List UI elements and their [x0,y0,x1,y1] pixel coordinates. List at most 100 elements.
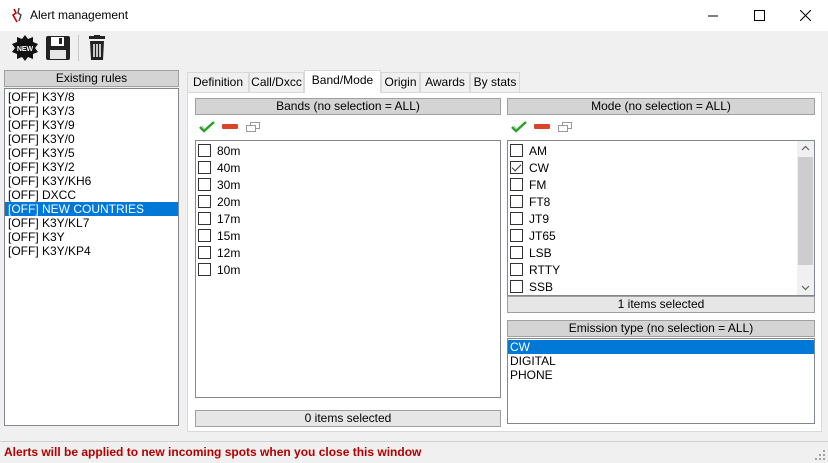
mode-mini-toolbar [510,119,572,135]
rule-item[interactable]: [OFF] K3Y/KP4 [5,244,178,258]
close-button[interactable] [782,0,828,31]
delete-rule-button[interactable] [82,33,112,63]
mode-header: Mode (no selection = ALL) [507,98,815,115]
rule-item[interactable]: [OFF] DXCC [5,188,178,202]
checkbox-item[interactable]: RTTY [508,261,814,278]
checkbox-label: RTTY [529,262,561,277]
mode-copy-button[interactable] [556,119,574,135]
maximize-button[interactable] [736,0,782,31]
checkbox[interactable] [510,195,523,208]
checkbox[interactable] [510,178,523,191]
checkbox-item[interactable]: 80m [196,142,500,159]
checkbox-label: 15m [217,228,241,243]
checkbox-label: 80m [217,143,241,158]
checkbox[interactable] [510,212,523,225]
bands-list: 80m 40m 30m 20m 17m 15m 12m 10m [195,140,501,398]
checkbox-item[interactable]: FT8 [508,193,814,210]
rule-item[interactable]: [OFF] K3Y/2 [5,160,178,174]
checkbox-item[interactable]: 40m [196,159,500,176]
emission-item[interactable]: PHONE [508,368,814,382]
rule-item[interactable]: [OFF] K3Y/0 [5,132,178,146]
checkbox[interactable] [198,195,211,208]
checkbox-item[interactable]: AM [508,142,814,159]
checkbox[interactable] [510,144,523,157]
bands-uncheck-all-button[interactable] [221,119,239,135]
close-icon [799,10,811,21]
tab-origin[interactable]: Origin [381,72,420,92]
checkbox[interactable] [198,229,211,242]
checkbox-item[interactable]: LSB [508,244,814,261]
emission-item[interactable]: DIGITAL [508,354,814,368]
checkbox-item[interactable]: JT9 [508,210,814,227]
mode-list-scrollbar[interactable] [797,141,814,295]
checkbox-label: FT8 [529,194,551,209]
checkbox-item[interactable]: CW [508,159,814,176]
tab-call-dxcc[interactable]: Call/Dxcc [249,72,304,92]
emission-header-wrap: Emission type (no selection = ALL) [507,320,815,337]
checkbox[interactable] [198,212,211,225]
checkbox[interactable] [198,246,211,259]
resize-grip-icon[interactable] [814,449,826,461]
title-bar: Alert management [0,0,828,31]
rule-item[interactable]: [OFF] K3Y/5 [5,146,178,160]
mode-check-all-button[interactable] [510,119,528,135]
bands-copy-button[interactable] [244,119,262,135]
uncheck-all-icon [222,124,238,129]
checkbox[interactable] [198,178,211,191]
mode-uncheck-all-button[interactable] [533,119,551,135]
checkbox[interactable] [198,161,211,174]
new-icon: NEW [12,35,38,61]
status-bar: Alerts will be applied to new incoming s… [0,441,828,463]
rule-item[interactable]: [OFF] K3Y/9 [5,118,178,132]
checkbox[interactable] [198,263,211,276]
checkbox-label: LSB [529,245,552,260]
rule-item[interactable]: [OFF] NEW COUNTRIES [5,202,178,216]
svg-text:NEW: NEW [17,46,34,53]
rule-item[interactable]: [OFF] K3Y [5,230,178,244]
save-rule-button[interactable] [43,33,73,63]
checkbox[interactable] [198,144,211,157]
rules-list[interactable]: [OFF] K3Y/8 [OFF] K3Y/3 [OFF] K3Y/9 [OFF] K… [4,88,179,426]
emission-list[interactable]: CW DIGITAL PHONE [507,338,815,424]
checkbox[interactable] [510,246,523,259]
rule-item[interactable]: [OFF] K3Y/KH6 [5,174,178,188]
scroll-thumb[interactable] [798,157,813,265]
check-all-icon [511,121,527,133]
new-rule-button[interactable]: NEW [10,33,40,63]
scroll-down-icon[interactable] [797,280,814,295]
status-message: Alerts will be applied to new incoming s… [4,445,422,459]
checkbox-item[interactable]: JT65 [508,227,814,244]
rule-item[interactable]: [OFF] K3Y/3 [5,104,178,118]
mode-status: 1 items selected [507,296,815,313]
tab-definition[interactable]: Definition [187,72,249,92]
checkbox-item[interactable]: 20m [196,193,500,210]
checkbox-item[interactable]: FM [508,176,814,193]
checkbox[interactable] [510,161,523,174]
rule-item[interactable]: [OFF] K3Y/8 [5,90,178,104]
checkbox-item[interactable]: 10m [196,261,500,278]
tab-awards[interactable]: Awards [420,72,470,92]
checkbox-item[interactable]: 12m [196,244,500,261]
checkbox-label: AM [529,143,547,158]
checkbox-item[interactable]: 17m [196,210,500,227]
minimize-button[interactable] [690,0,736,31]
checkbox-item[interactable]: SSB [508,278,814,295]
checkbox[interactable] [510,229,523,242]
tab-band-mode[interactable]: Band/Mode [304,70,381,93]
scroll-up-icon[interactable] [797,141,814,156]
rule-item[interactable]: [OFF] K3Y/KL7 [5,216,178,230]
checkbox[interactable] [510,263,523,276]
checkbox-item[interactable]: 30m [196,176,500,193]
checkbox-item[interactable]: 15m [196,227,500,244]
tab-by-stats[interactable]: By stats [470,72,520,92]
mode-header-wrap: Mode (no selection = ALL) [507,98,815,115]
checkbox-label: 20m [217,194,241,209]
bands-mini-toolbar [198,119,260,135]
checkbox[interactable] [510,280,523,293]
save-icon [46,36,70,60]
check-all-icon [199,121,215,133]
trash-icon [89,35,105,60]
emission-item[interactable]: CW [508,340,814,354]
bands-check-all-button[interactable] [198,119,216,135]
toolbar: NEW [0,31,828,67]
